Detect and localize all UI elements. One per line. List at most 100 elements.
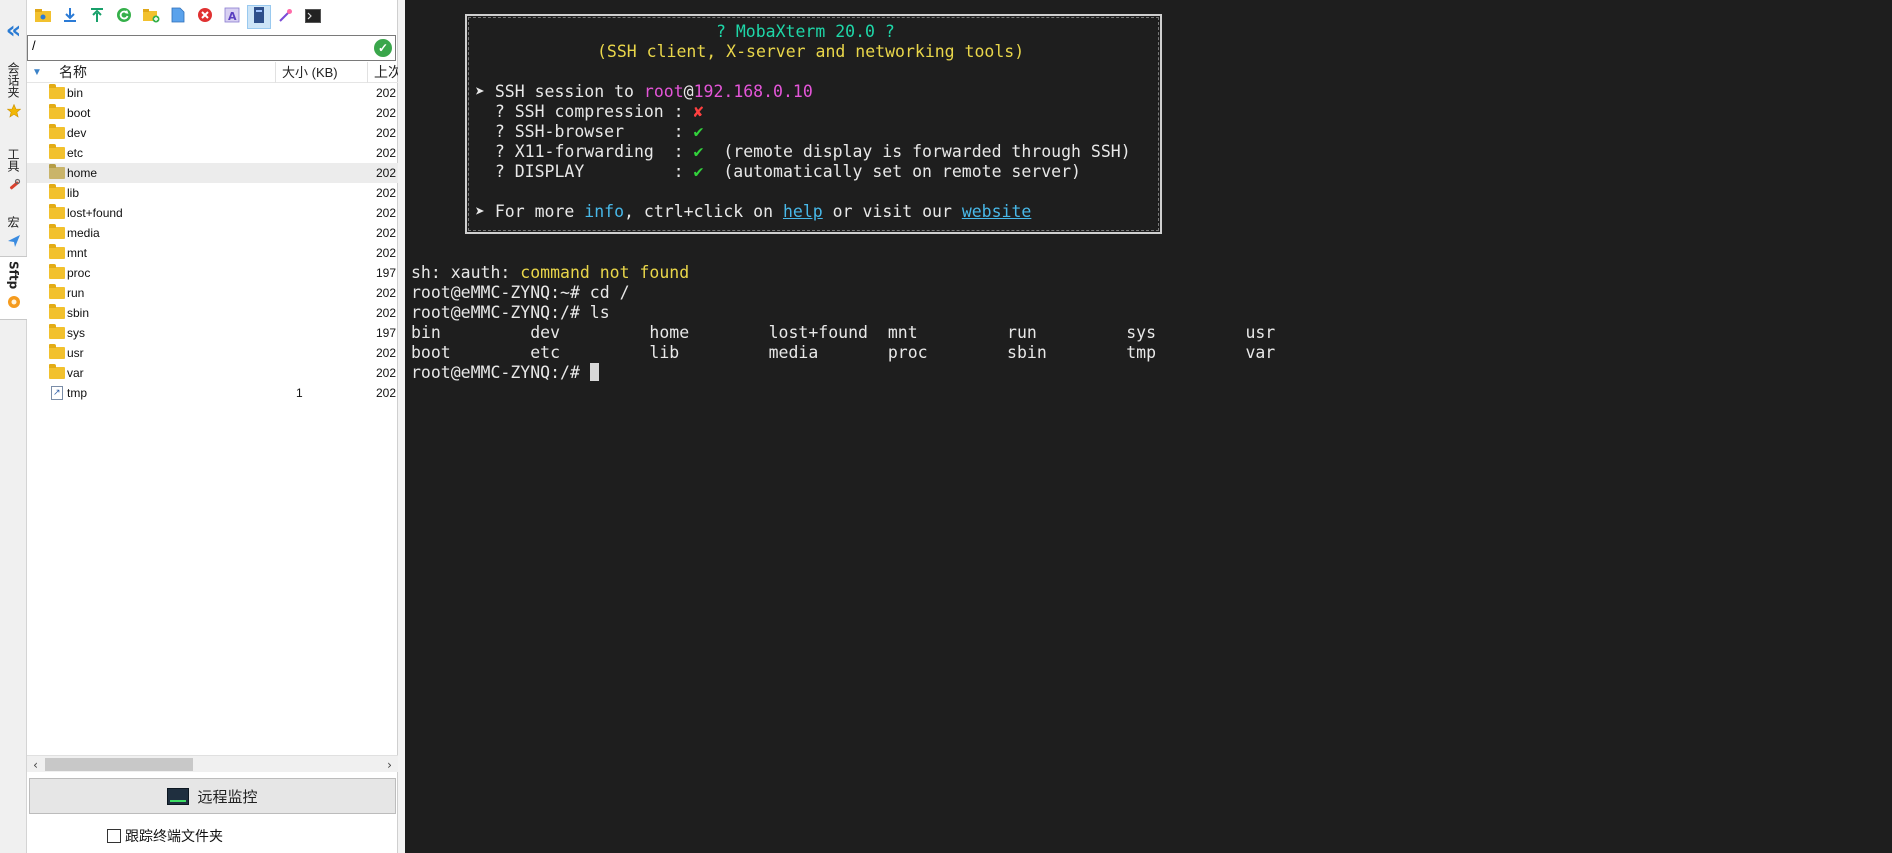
ssh-compression-line: ? SSH compression : ✘: [475, 102, 704, 122]
row-label: ? X11-forwarding :: [475, 142, 694, 161]
cmd-cd-line: root@eMMC-ZYNQ:~# cd /: [411, 283, 630, 302]
row-label: ? DISPLAY :: [475, 162, 694, 181]
tab-tools-label: 工具: [6, 148, 20, 172]
sftp-icon: [7, 295, 21, 309]
file-row[interactable]: sbin 202: [27, 303, 398, 323]
new-file-icon: [171, 7, 185, 27]
file-icon-cell: [27, 184, 67, 199]
file-name: dev: [67, 126, 87, 140]
upload-button[interactable]: [85, 5, 109, 29]
remote-monitor-label: 远程监控: [197, 787, 258, 806]
file-date: 202: [376, 226, 397, 240]
help-link[interactable]: help: [783, 202, 823, 221]
folder-icon: [49, 204, 65, 219]
file-date: 202: [376, 366, 397, 380]
xauth-message: command not found: [520, 263, 690, 282]
file-date: 202: [376, 386, 397, 400]
tab-sessions[interactable]: 会话夹: [0, 62, 27, 118]
rename-button[interactable]: A: [220, 5, 244, 29]
ls-output-row-2: boot etc lib media proc sbin tmp var: [411, 343, 1276, 362]
file-row[interactable]: var 202: [27, 363, 398, 383]
wand-icon: [278, 7, 294, 27]
column-header-size[interactable]: 大小 (KB): [276, 62, 368, 83]
row-label: ? SSH compression :: [475, 102, 694, 121]
file-row[interactable]: run 202: [27, 283, 398, 303]
row-note: (automatically set on remote server): [703, 162, 1081, 181]
refresh-button[interactable]: [112, 5, 136, 29]
file-icon-cell: [27, 204, 67, 219]
more-prefix: ➤ For more: [475, 202, 585, 221]
scrollbar-thumb[interactable]: [45, 758, 193, 771]
panel-splitter[interactable]: [398, 0, 405, 853]
remote-monitor-button[interactable]: 远程监控: [29, 778, 396, 814]
column-header-name[interactable]: 名称: [47, 62, 276, 83]
macro-icon: [7, 234, 21, 248]
file-row[interactable]: lost+found 202: [27, 203, 398, 223]
file-name: lib: [67, 186, 80, 200]
horizontal-scrollbar[interactable]: ‹ ›: [27, 755, 398, 772]
file-row[interactable]: dev 202: [27, 123, 398, 143]
file-name: tmp: [67, 386, 88, 400]
collapse-sidebar-icon[interactable]: «: [0, 16, 27, 44]
tools-wand-button[interactable]: [274, 5, 298, 29]
file-row[interactable]: home 202: [27, 163, 398, 183]
follow-terminal-checkbox[interactable]: [107, 829, 121, 843]
file-row[interactable]: tmp 1 202: [27, 383, 398, 403]
permissions-button[interactable]: [247, 5, 271, 29]
scroll-right-icon[interactable]: ›: [381, 756, 398, 773]
file-date: 197: [376, 326, 397, 340]
folder-icon: [49, 104, 65, 119]
file-row[interactable]: etc 202: [27, 143, 398, 163]
cmd-ls-line: root@eMMC-ZYNQ:/# ls: [411, 303, 610, 322]
sftp-panel: A / ✓ ▼ 名称 大小 (KB) 上次 bin 202 boot 202 dev 20…: [27, 0, 398, 853]
row-mark: ✔: [693, 122, 704, 141]
file-name: etc: [67, 146, 84, 160]
delete-icon: [197, 7, 213, 27]
file-row[interactable]: usr 202: [27, 343, 398, 363]
tab-sftp[interactable]: Sftp: [0, 256, 27, 320]
file-row[interactable]: sys 197: [27, 323, 398, 343]
symlink-icon: [51, 386, 63, 400]
svg-text:A: A: [228, 10, 237, 23]
path-input[interactable]: / ✓: [27, 35, 396, 61]
file-row[interactable]: media 202: [27, 223, 398, 243]
open-folder-button[interactable]: [31, 5, 55, 29]
file-date: 202: [376, 126, 397, 140]
file-name: sbin: [67, 306, 90, 320]
file-icon-cell: [27, 124, 67, 139]
file-row[interactable]: mnt 202: [27, 243, 398, 263]
folder-icon: [49, 324, 65, 339]
tab-tools[interactable]: 工具: [0, 148, 27, 192]
file-date: 202: [376, 166, 397, 180]
scroll-left-icon[interactable]: ‹: [27, 756, 44, 773]
side-tab-strip: « 会话夹 工具 宏 Sftp: [0, 0, 27, 853]
current-prompt-line[interactable]: root@eMMC-ZYNQ:/#: [411, 363, 599, 383]
file-icon-cell: [27, 104, 67, 119]
star-icon: [6, 104, 21, 118]
session-prefix: ➤ SSH session to: [475, 82, 644, 101]
new-folder-button[interactable]: [139, 5, 163, 29]
monitor-icon: [167, 787, 190, 805]
download-button[interactable]: [58, 5, 82, 29]
terminal-button[interactable]: [301, 5, 325, 29]
file-row[interactable]: boot 202: [27, 103, 398, 123]
file-name: usr: [67, 346, 84, 360]
sort-arrow-icon[interactable]: ▼: [27, 67, 47, 78]
follow-terminal-folder[interactable]: 跟踪终端文件夹: [107, 827, 223, 845]
column-header-date[interactable]: 上次: [368, 62, 398, 83]
file-row[interactable]: lib 202: [27, 183, 398, 203]
file-row[interactable]: proc 197: [27, 263, 398, 283]
tab-macros[interactable]: 宏: [0, 216, 27, 248]
file-row[interactable]: bin 202: [27, 83, 398, 103]
terminal[interactable]: ? MobaXterm 20.0 ? (SSH client, X-server…: [405, 0, 1892, 853]
website-link[interactable]: website: [962, 202, 1032, 221]
folder-icon: [49, 304, 65, 319]
info-link[interactable]: info: [584, 202, 624, 221]
delete-button[interactable]: [193, 5, 217, 29]
new-file-button[interactable]: [166, 5, 190, 29]
tools-icon: [7, 178, 21, 192]
path-ok-icon[interactable]: ✓: [374, 39, 392, 57]
file-icon-cell: [27, 284, 67, 299]
banner-title: ? MobaXterm 20.0 ?: [716, 22, 895, 41]
upload-icon: [89, 7, 105, 27]
